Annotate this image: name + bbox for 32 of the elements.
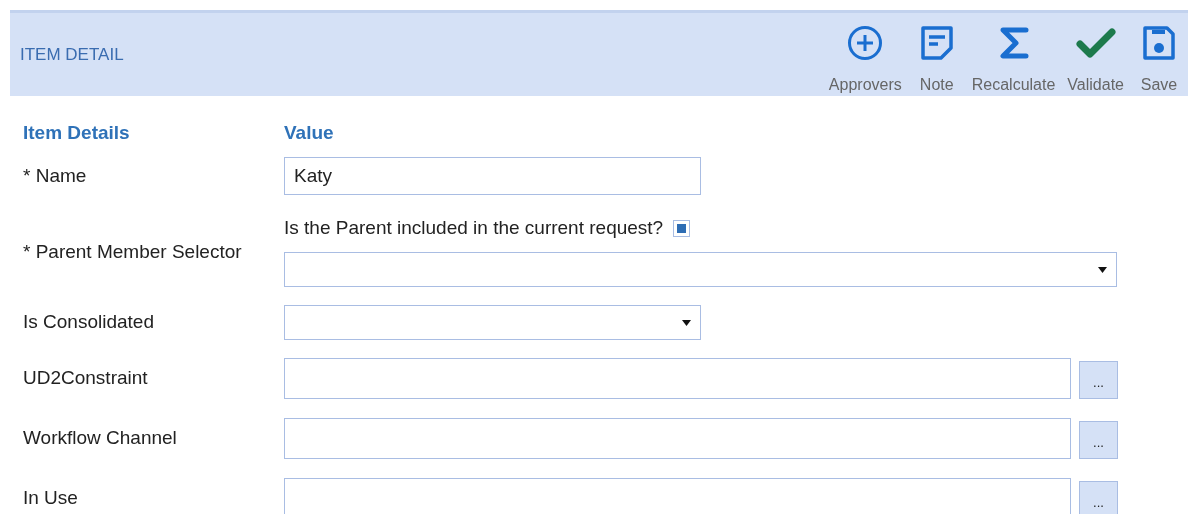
text-field[interactable] bbox=[284, 418, 1071, 459]
dropdown-arrow-icon bbox=[682, 319, 691, 326]
note-icon bbox=[918, 24, 955, 62]
field-label: Is Consolidated bbox=[23, 310, 155, 335]
column-header: Value bbox=[284, 120, 334, 145]
browse-button[interactable]: ... bbox=[1079, 421, 1118, 459]
toolbar-button[interactable]: Recalculate bbox=[965, 13, 1062, 96]
field-label: * Parent Member Selector bbox=[23, 240, 243, 265]
toolbar-button[interactable]: Save bbox=[1130, 13, 1188, 96]
text-field[interactable]: Katy bbox=[284, 157, 701, 195]
add-circle-icon bbox=[847, 25, 884, 61]
dropdown[interactable] bbox=[284, 305, 701, 340]
dropdown-arrow-icon bbox=[1098, 266, 1107, 273]
toolbar-button[interactable]: Approvers bbox=[822, 13, 908, 96]
text-field[interactable] bbox=[284, 478, 1071, 514]
field-label: UD2Constraint bbox=[23, 366, 149, 391]
panel-title: ITEM DETAIL bbox=[20, 43, 124, 66]
field-label: Workflow Channel bbox=[23, 426, 178, 451]
checkmark-icon bbox=[1075, 27, 1116, 59]
browse-button[interactable]: ... bbox=[1079, 361, 1118, 399]
browse-button[interactable]: ... bbox=[1079, 481, 1118, 514]
column-header: Item Details bbox=[23, 120, 131, 145]
field-label: In Use bbox=[23, 486, 79, 511]
save-icon bbox=[1141, 24, 1177, 62]
field-label: * Name bbox=[23, 163, 88, 188]
checkbox[interactable] bbox=[673, 219, 691, 237]
toolbar-button[interactable]: Note bbox=[907, 13, 966, 96]
toolbar-button[interactable]: Validate bbox=[1061, 13, 1130, 96]
dropdown[interactable] bbox=[284, 252, 1117, 287]
text-field[interactable] bbox=[284, 358, 1071, 399]
sigma-icon bbox=[998, 25, 1029, 61]
checkbox-label: Is the Parent included in the current request? bbox=[284, 215, 664, 240]
